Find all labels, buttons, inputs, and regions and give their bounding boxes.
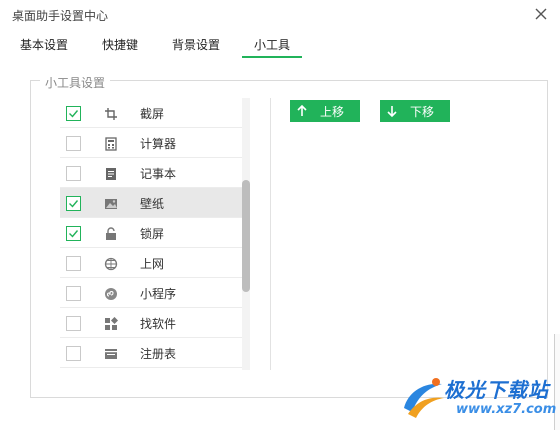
widget-row[interactable]: 锁屏	[60, 218, 242, 248]
widget-checkbox[interactable]	[66, 166, 81, 181]
widget-label: 小程序	[140, 287, 177, 301]
widget-label: 记事本	[140, 167, 177, 181]
widget-label: 截屏	[140, 107, 165, 121]
widget-row[interactable]: 截屏	[60, 98, 242, 128]
move-up-button[interactable]: 上移	[290, 100, 360, 122]
move-down-label: 下移	[410, 105, 435, 119]
widget-checkbox[interactable]	[66, 286, 81, 301]
widget-checkbox[interactable]	[66, 316, 81, 331]
image-icon	[104, 196, 118, 210]
tab-widgets[interactable]: 小工具	[242, 32, 303, 58]
widget-label: 壁纸	[140, 197, 165, 211]
widget-row[interactable]: 记事本	[60, 158, 242, 188]
widget-checkbox[interactable]	[66, 196, 81, 211]
widget-label: 注册表	[140, 347, 177, 361]
tab-background[interactable]: 背景设置	[160, 32, 232, 58]
divider	[270, 98, 271, 370]
widget-row[interactable]: 壁纸	[60, 188, 242, 218]
scrollbar-thumb[interactable]	[242, 180, 250, 292]
mini-program-icon	[104, 286, 118, 300]
widget-label: 上网	[140, 257, 165, 271]
widget-row[interactable]: 注册表	[60, 338, 242, 368]
window-title: 桌面助手设置中心	[12, 9, 109, 23]
tab-shortcuts[interactable]: 快捷键	[90, 32, 150, 58]
close-button[interactable]	[532, 5, 550, 23]
widget-checkbox[interactable]	[66, 346, 81, 361]
widget-label: 找软件	[140, 317, 177, 331]
apps-icon	[104, 316, 119, 330]
widget-label: 锁屏	[140, 227, 165, 241]
widget-checkbox[interactable]	[66, 136, 81, 151]
globe-icon	[104, 256, 118, 271]
group-legend: 小工具设置	[40, 74, 111, 91]
move-up-label: 上移	[320, 105, 345, 119]
arrow-up-icon	[296, 104, 308, 118]
widget-row[interactable]	[60, 368, 242, 370]
checkmark-icon	[69, 110, 79, 118]
widget-row[interactable]: 上网	[60, 248, 242, 278]
tab-basic[interactable]: 基本设置	[8, 32, 80, 58]
settings-window: 桌面助手设置中心 基本设置 快捷键 背景设置 小工具 小工具设置 截屏计算器记事…	[0, 0, 560, 430]
lock-icon	[104, 226, 118, 240]
watermark: 极光下载站 www.xz7.com	[398, 372, 558, 426]
checkmark-icon	[69, 200, 79, 208]
widget-row[interactable]: 找软件	[60, 308, 242, 338]
widget-list: 截屏计算器记事本壁纸锁屏上网小程序找软件注册表	[60, 98, 250, 370]
widget-checkbox[interactable]	[66, 226, 81, 241]
registry-icon	[104, 346, 118, 360]
widget-row[interactable]: 小程序	[60, 278, 242, 308]
calculator-icon	[104, 136, 118, 151]
tab-bar: 基本设置 快捷键 背景设置 小工具	[10, 32, 312, 58]
widget-checkbox[interactable]	[66, 256, 81, 271]
aurora-logo-icon	[404, 378, 444, 418]
arrow-down-icon	[386, 104, 398, 118]
notepad-icon	[104, 166, 118, 180]
watermark-name: 极光下载站	[444, 378, 549, 402]
move-down-button[interactable]: 下移	[380, 100, 450, 122]
crop-icon	[104, 106, 118, 120]
widget-checkbox[interactable]	[66, 106, 81, 121]
widget-label: 计算器	[140, 137, 177, 151]
widget-row[interactable]: 计算器	[60, 128, 242, 158]
checkmark-icon	[69, 230, 79, 238]
close-icon	[535, 8, 547, 20]
watermark-url: www.xz7.com	[456, 402, 557, 417]
